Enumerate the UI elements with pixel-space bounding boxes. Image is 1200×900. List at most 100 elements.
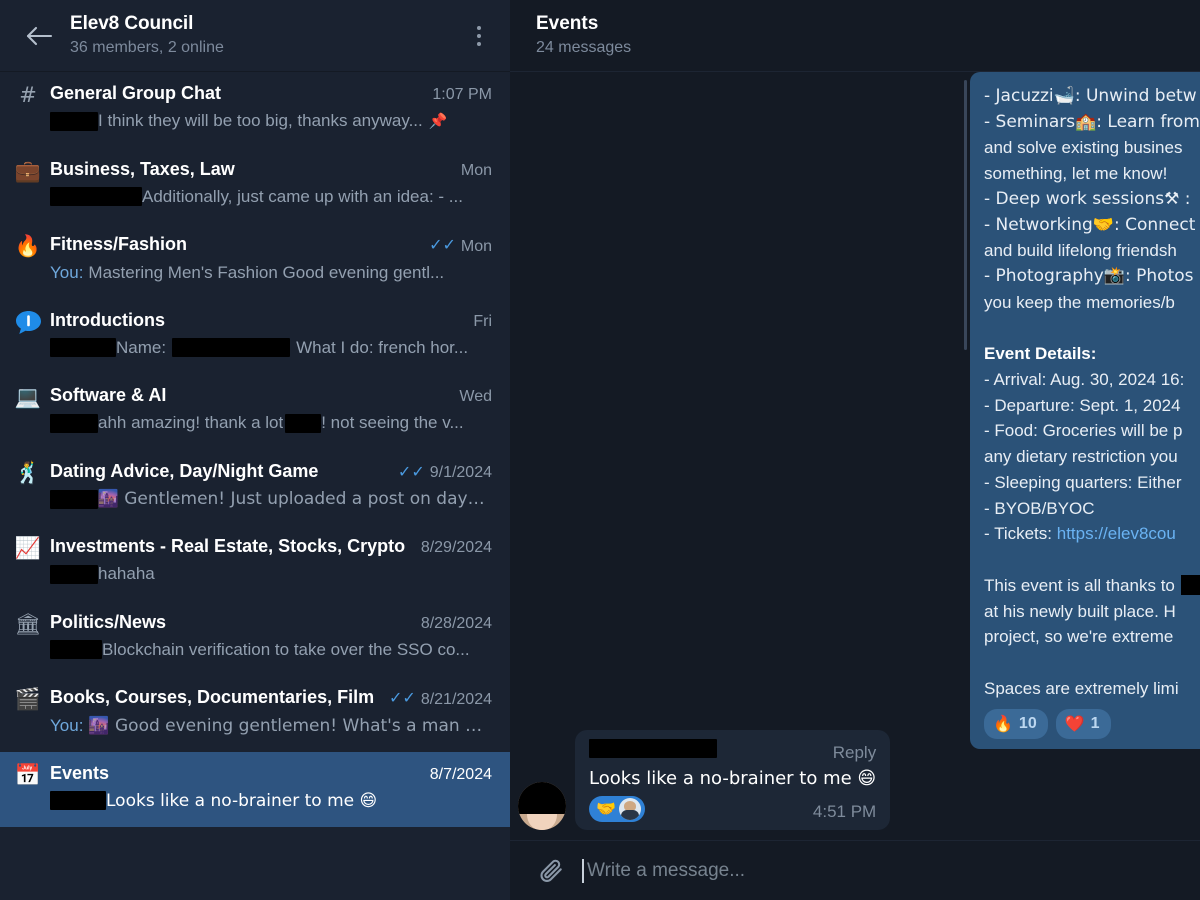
- chat-row-body: Events 8/7/2024 Looks like a no-brainer …: [46, 761, 492, 819]
- chat-row-body: Software & AI Wed ahh amazing! thank a l…: [46, 383, 492, 441]
- dancing-man-icon: 🕺: [14, 460, 42, 485]
- chat-preview: Name: What I do: french hor...: [50, 335, 492, 361]
- read-receipt-icon: ✓✓: [389, 690, 416, 707]
- chat-preview-text: I think they will be too big, thanks any…: [98, 111, 423, 130]
- bubble-detail-line: - Arrival: Aug. 30, 2024 16:: [984, 370, 1185, 390]
- chat-row[interactable]: Introductions Fri Name: What I do: frenc…: [0, 299, 510, 375]
- chat-preview-text: hahaha: [98, 564, 155, 583]
- final-line: Spaces are extremely limi: [984, 679, 1179, 699]
- bubble-line: and build lifelong friendsh: [984, 241, 1177, 261]
- heart-reaction[interactable]: ❤️ 1: [1055, 708, 1111, 740]
- chat-date: 8/28/2024: [420, 614, 492, 632]
- chat-preview-text-2: ! not seeing the v...: [321, 413, 464, 432]
- bubble-detail-line: - Food: Groceries will be p: [984, 421, 1183, 441]
- chat-header-message-count: 24 messages: [536, 39, 632, 56]
- chat-meta: ✓✓ 8/21/2024: [379, 687, 492, 712]
- chat-row-events-selected[interactable]: 📅 Events 8/7/2024 Looks like a no-braine…: [0, 751, 510, 827]
- chat-title: Software & AI: [50, 385, 167, 405]
- reply-message-bubble[interactable]: Reply Looks like a no-brainer to me 😄 🤝 …: [575, 730, 891, 830]
- closing-line: at his newly built place. H: [984, 601, 1176, 621]
- chat-meta: 1:07 PM: [422, 82, 492, 107]
- vertical-scrollbar[interactable]: [964, 80, 967, 350]
- chat-row[interactable]: # General Group Chat 1:07 PM I think the…: [0, 72, 510, 148]
- redacted-name: [172, 338, 291, 357]
- redacted-name: [1180, 574, 1200, 595]
- redacted-sender: [50, 338, 116, 357]
- bubble-line: something, let me know!: [984, 164, 1168, 184]
- arrow-left-icon: [25, 25, 53, 47]
- message-input[interactable]: Write a message...: [568, 858, 1200, 883]
- chat-row-line1: Fitness/Fashion ✓✓ Mon: [50, 232, 492, 259]
- chat-title: General Group Chat: [50, 83, 222, 103]
- redacted-avatar-overlay: [518, 782, 566, 814]
- reactor-avatar: [618, 798, 641, 820]
- redacted-sender: [50, 111, 98, 131]
- chat-row[interactable]: 🔥 Fitness/Fashion ✓✓ Mon You: Mastering …: [0, 223, 510, 299]
- pin-icon: 📌: [428, 112, 448, 130]
- reply-bubble-header: Reply: [589, 739, 876, 763]
- paperclip-icon[interactable]: [534, 858, 568, 884]
- sidebar-header: Elev8 Council 36 members, 2 online: [0, 0, 510, 72]
- chat-preview-text: Additionally, just came up with an idea:…: [142, 186, 463, 206]
- chat-date: Fri: [473, 312, 492, 330]
- avatar[interactable]: [518, 782, 566, 830]
- chat-preview: You: Mastering Men's Fashion Good evenin…: [50, 260, 492, 286]
- reaction-count: 10: [1018, 714, 1037, 732]
- chat-preview-text: Mastering Men's Fashion Good evening gen…: [88, 262, 445, 282]
- telegram-app-window: Elev8 Council 36 members, 2 online # Gen…: [0, 0, 1200, 900]
- chat-title: Business, Taxes, Law: [50, 158, 235, 179]
- chat-row[interactable]: 🏛 Politics/News 8/28/2024 Blockchain ver…: [0, 601, 510, 677]
- chat-meta: ✓✓ 9/1/2024: [388, 460, 492, 485]
- chat-date: 8/29/2024: [420, 539, 492, 556]
- chat-preview: I think they will be too big, thanks any…: [50, 108, 492, 134]
- chat-row[interactable]: 🕺 Dating Advice, Day/Night Game ✓✓ 9/1/2…: [0, 450, 510, 526]
- chart-increasing-icon: 📈: [14, 536, 42, 560]
- chat-preview-text: 🌆 Gentlemen! Just uploaded a post on day…: [97, 489, 492, 509]
- bubble-line: - Photography📸: Photos: [984, 265, 1194, 286]
- chat-row[interactable]: 🎬 Books, Courses, Documentaries, Film ✓✓…: [0, 676, 510, 752]
- reply-bubble-footer: 🤝 4:51 PM: [589, 796, 876, 822]
- back-button[interactable]: [16, 13, 62, 59]
- closing-text: This event is all thanks to: [984, 575, 1175, 595]
- chat-date: Mon: [460, 161, 492, 179]
- chat-row-body: Introductions Fri Name: What I do: frenc…: [46, 308, 492, 366]
- message-input-placeholder: Write a message...: [587, 859, 746, 881]
- event-announcement-bubble[interactable]: - Jacuzzi🛁: Unwind betw - Seminars🏫: Lea…: [970, 72, 1200, 750]
- redacted-name: [285, 413, 322, 433]
- chat-list-sidebar: Elev8 Council 36 members, 2 online # Gen…: [0, 0, 510, 900]
- chat-row[interactable]: 📈 Investments - Real Estate, Stocks, Cry…: [0, 525, 510, 601]
- redacted-sender: [50, 791, 106, 810]
- chat-preview-text: Name:: [116, 337, 167, 357]
- chat-header-title: Events: [536, 13, 599, 34]
- message-scroll-area[interactable]: - Jacuzzi🛁: Unwind betw - Seminars🏫: Lea…: [510, 72, 1200, 840]
- read-receipt-icon: ✓✓: [397, 463, 425, 481]
- chat-row-body: Politics/News 8/28/2024 Blockchain verif…: [46, 610, 492, 668]
- chat-preview: hahaha: [50, 561, 492, 587]
- bubble-line: - Seminars🏫: Learn from: [984, 111, 1200, 132]
- more-vertical-icon[interactable]: [462, 16, 496, 56]
- chat-preview: You: 🌆 Good evening gentlemen! What's a …: [50, 713, 492, 739]
- handshake-reaction[interactable]: 🤝: [589, 796, 645, 822]
- chat-row[interactable]: 💼 Business, Taxes, Law Mon Additionally,…: [0, 148, 510, 224]
- chat-row-body: Dating Advice, Day/Night Game ✓✓ 9/1/202…: [46, 459, 492, 517]
- reply-button[interactable]: Reply: [809, 743, 876, 763]
- chat-meta: 8/7/2024: [420, 762, 492, 787]
- fire-icon: 🔥: [993, 713, 1013, 733]
- chat-row-body: Investments - Real Estate, Stocks, Crypt…: [46, 534, 492, 592]
- tickets-line: - Tickets: https://elev8cou: [984, 521, 1200, 547]
- chat-preview: ahh amazing! thank a lot ! not seeing th…: [50, 410, 492, 436]
- classical-building-icon: 🏛: [14, 611, 42, 636]
- bubble-line: you keep the memories/b: [984, 292, 1175, 312]
- chat-preview: 🌆 Gentlemen! Just uploaded a post on day…: [50, 486, 492, 512]
- chat-title: Investments - Real Estate, Stocks, Crypt…: [50, 536, 406, 556]
- tickets-link[interactable]: https://elev8cou: [1057, 524, 1176, 543]
- read-receipt-icon: ✓✓: [429, 237, 456, 254]
- chat-row-line1: Software & AI Wed: [50, 383, 492, 409]
- fire-reaction[interactable]: 🔥 10: [984, 708, 1048, 740]
- heart-icon: ❤️: [1064, 713, 1085, 733]
- chat-row[interactable]: 💻 Software & AI Wed ahh amazing! thank a…: [0, 374, 510, 450]
- chat-list[interactable]: # General Group Chat 1:07 PM I think the…: [0, 72, 510, 900]
- chat-row-body: Fitness/Fashion ✓✓ Mon You: Mastering Me…: [46, 232, 492, 290]
